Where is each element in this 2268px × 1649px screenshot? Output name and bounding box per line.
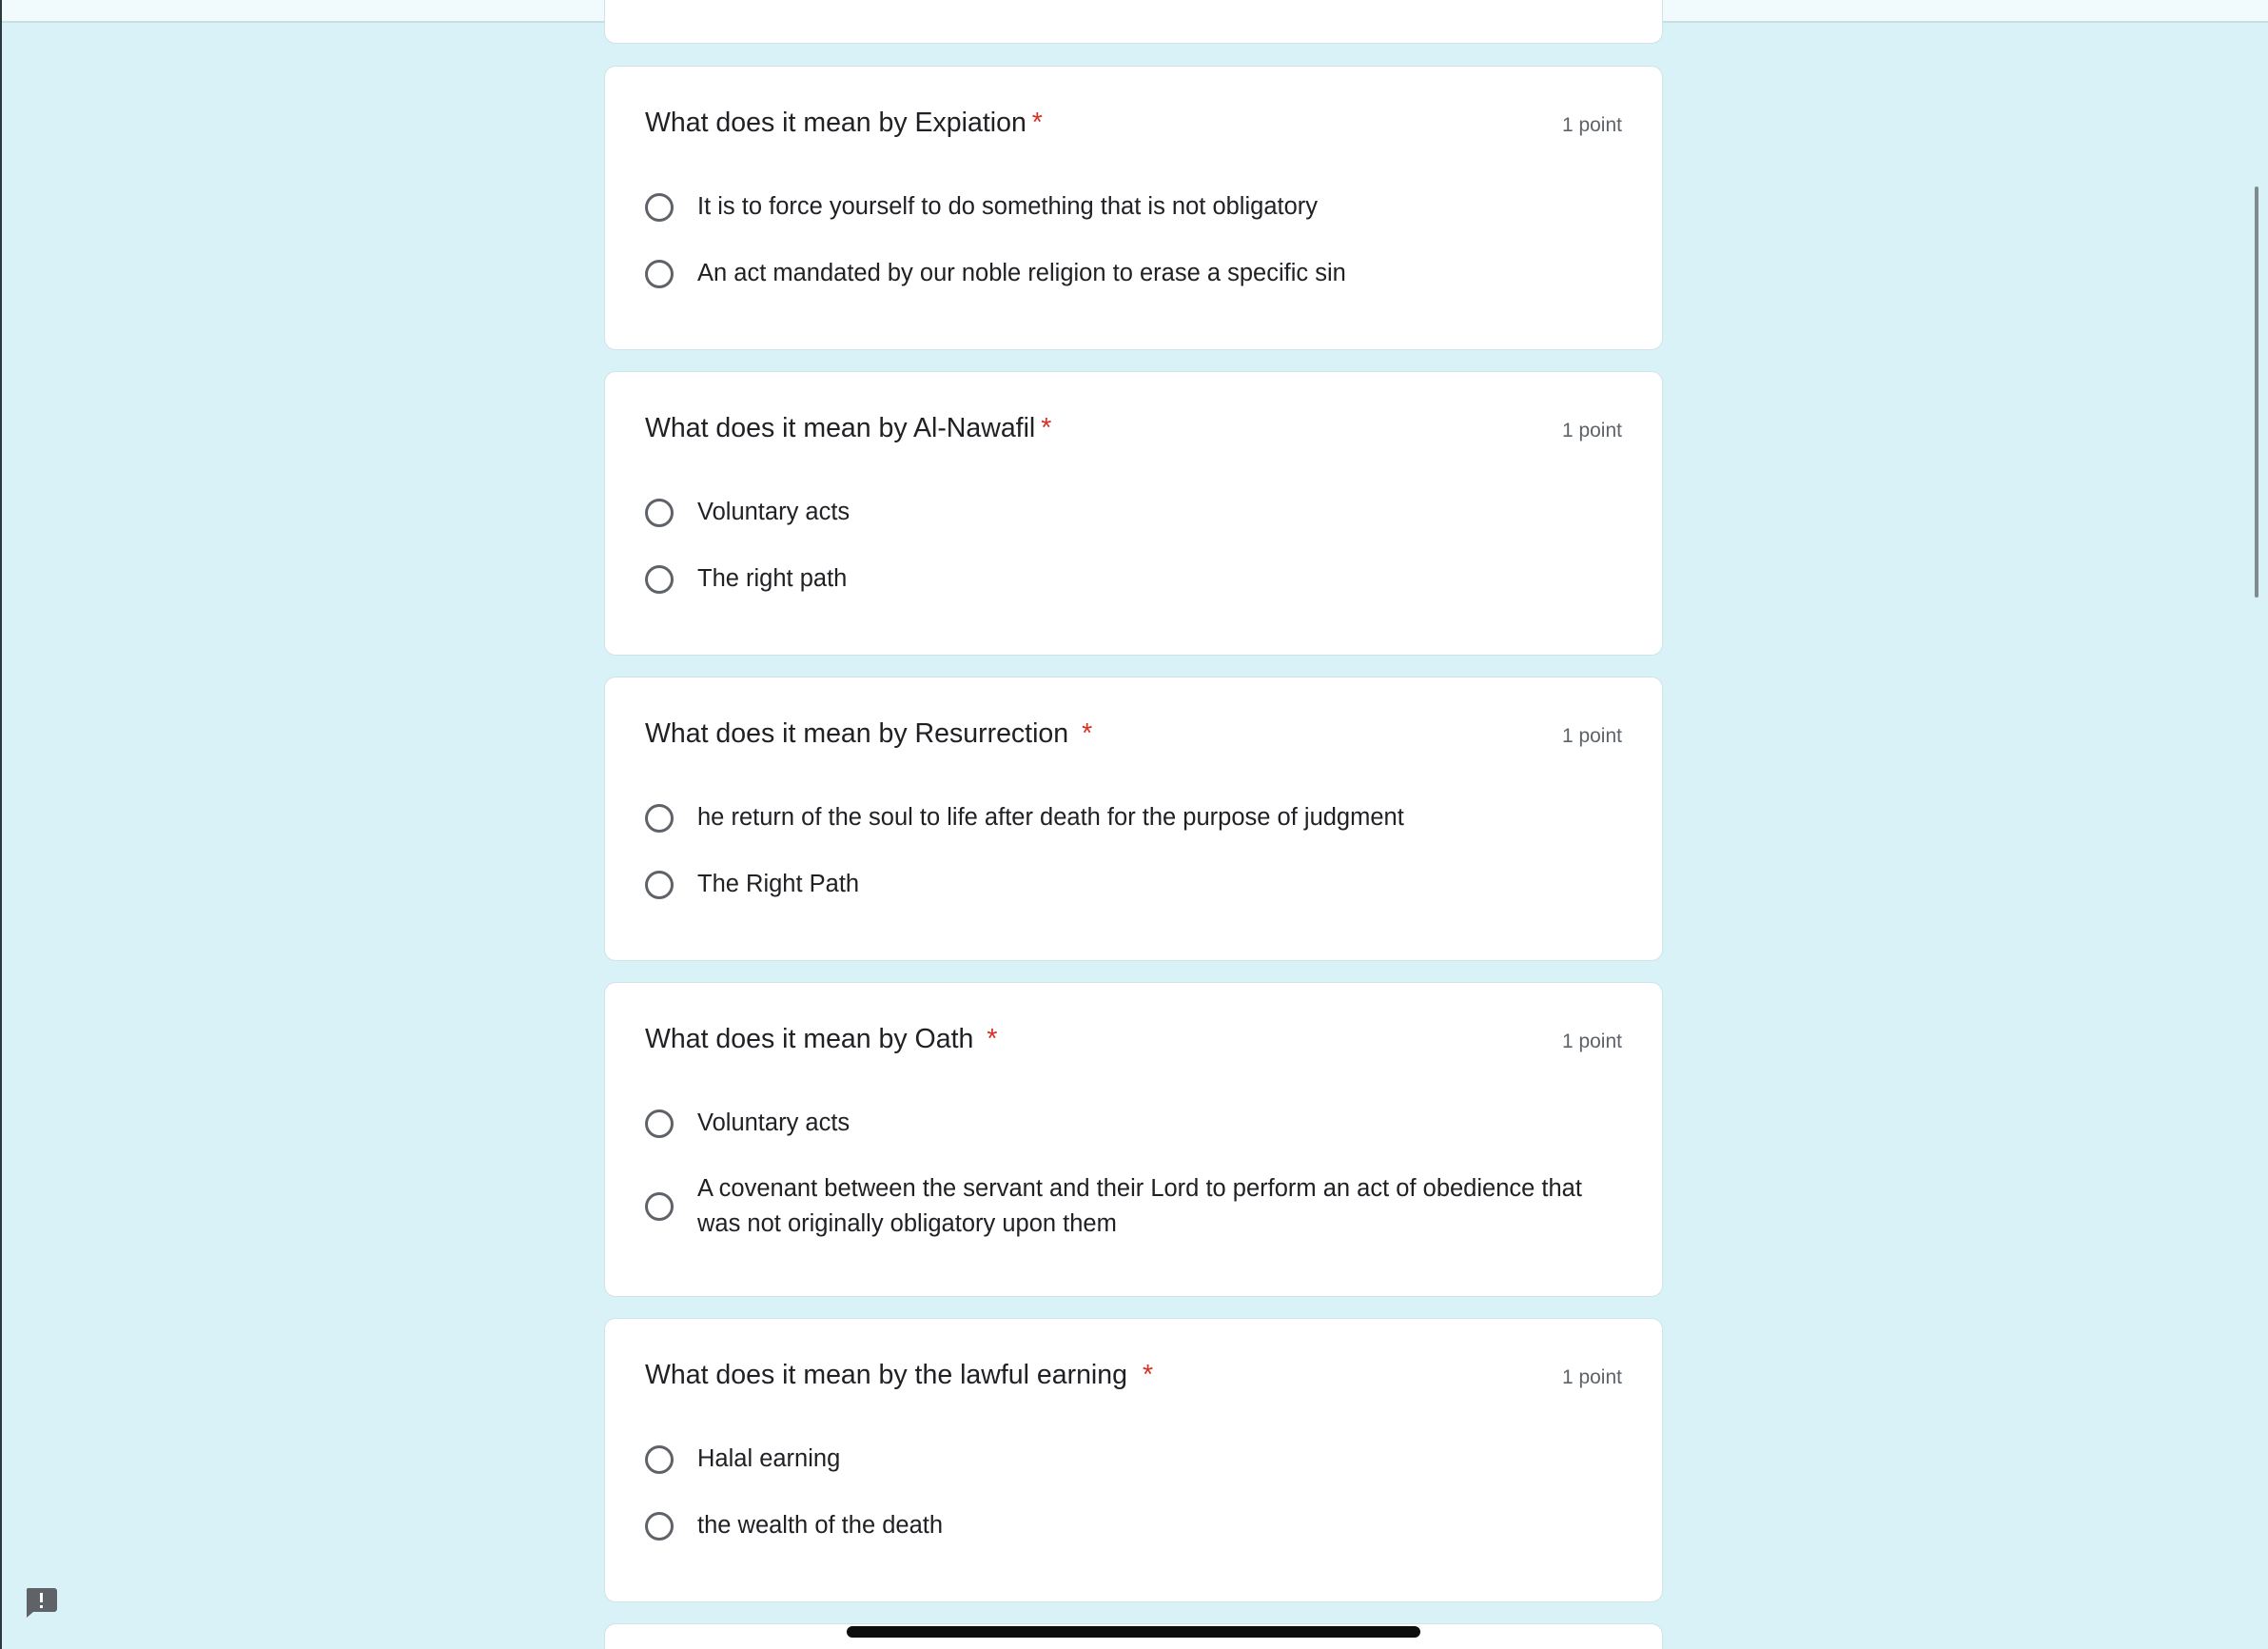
required-asterisk: * <box>1082 718 1093 749</box>
option-row[interactable]: It is to force yourself to do something … <box>645 189 1622 225</box>
question-text: What does it mean by Resurrection <box>645 718 1069 749</box>
option-label[interactable]: The right path <box>697 561 847 597</box>
radio-unchecked-icon[interactable] <box>645 1109 674 1138</box>
question-card-expiation: What does it mean by Expiation * 1 point … <box>604 66 1663 350</box>
radio-unchecked-icon[interactable] <box>645 498 674 527</box>
option-label[interactable]: he return of the soul to life after deat… <box>697 800 1404 835</box>
question-card-lawful-earning: What does it mean by the lawful earning *… <box>604 1318 1663 1602</box>
radio-unchecked-icon[interactable] <box>645 1192 674 1221</box>
option-label[interactable]: The Right Path <box>697 867 859 902</box>
option-row[interactable]: Voluntary acts <box>645 1106 1622 1141</box>
option-label[interactable]: An act mandated by our noble religion to… <box>697 256 1346 291</box>
question-text: What does it mean by the lawful earning <box>645 1360 1127 1390</box>
option-label[interactable]: the wealth of the death <box>697 1508 943 1543</box>
required-asterisk: * <box>1031 108 1043 138</box>
question-points: 1 point <box>1561 420 1622 442</box>
window-edge <box>0 0 2 1649</box>
radio-unchecked-icon[interactable] <box>645 1444 674 1474</box>
radio-unchecked-icon[interactable] <box>645 192 674 222</box>
question-title: What does it mean by Resurrection * <box>645 718 1092 750</box>
required-asterisk: * <box>1041 413 1052 443</box>
option-row[interactable]: A covenant between the servant and their… <box>645 1171 1622 1242</box>
question-points: 1 point <box>1561 1031 1622 1052</box>
question-text: What does it mean by Expiation <box>645 108 1026 138</box>
question-title: What does it mean by Oath * <box>645 1024 997 1055</box>
radio-unchecked-icon[interactable] <box>645 259 674 288</box>
option-row[interactable]: An act mandated by our noble religion to… <box>645 256 1622 291</box>
question-text: What does it mean by Al-Nawafil <box>645 413 1036 443</box>
option-label[interactable]: A covenant between the servant and their… <box>697 1171 1622 1242</box>
option-row[interactable]: Voluntary acts <box>645 495 1622 530</box>
question-card-al-nawafil: What does it mean by Al-Nawafil * 1 point… <box>604 371 1663 656</box>
question-points: 1 point <box>1561 114 1622 136</box>
option-label[interactable]: Voluntary acts <box>697 495 850 530</box>
radio-unchecked-icon[interactable] <box>645 803 674 833</box>
option-label[interactable]: Halal earning <box>697 1442 840 1477</box>
option-row[interactable]: The right path <box>645 561 1622 597</box>
previous-question-card <box>604 0 1663 44</box>
question-card-resurrection: What does it mean by Resurrection * 1 poi… <box>604 677 1663 961</box>
option-row[interactable]: he return of the soul to life after deat… <box>645 800 1622 835</box>
option-label[interactable]: It is to force yourself to do something … <box>697 189 1318 225</box>
radio-unchecked-icon[interactable] <box>645 1511 674 1541</box>
feedback-icon[interactable] <box>23 1584 59 1620</box>
question-title: What does it mean by the lawful earning * <box>645 1360 1153 1391</box>
required-asterisk: * <box>987 1024 998 1054</box>
option-label[interactable]: Voluntary acts <box>697 1106 850 1141</box>
scrollbar-thumb[interactable] <box>2255 186 2258 598</box>
required-asterisk: * <box>1142 1360 1154 1390</box>
option-row[interactable]: The Right Path <box>645 867 1622 902</box>
form-viewport: docs.google.com What does it mean by Exp… <box>0 0 2268 1649</box>
home-indicator[interactable] <box>847 1626 1420 1638</box>
option-row[interactable]: Halal earning <box>645 1442 1622 1477</box>
question-title: What does it mean by Al-Nawafil * <box>645 413 1051 444</box>
question-points: 1 point <box>1561 725 1622 747</box>
radio-unchecked-icon[interactable] <box>645 870 674 899</box>
question-title: What does it mean by Expiation * <box>645 108 1043 139</box>
question-card-oath: What does it mean by Oath * 1 point Volun… <box>604 982 1663 1297</box>
option-row[interactable]: the wealth of the death <box>645 1508 1622 1543</box>
question-text: What does it mean by Oath <box>645 1024 974 1054</box>
radio-unchecked-icon[interactable] <box>645 564 674 594</box>
question-points: 1 point <box>1561 1366 1622 1388</box>
